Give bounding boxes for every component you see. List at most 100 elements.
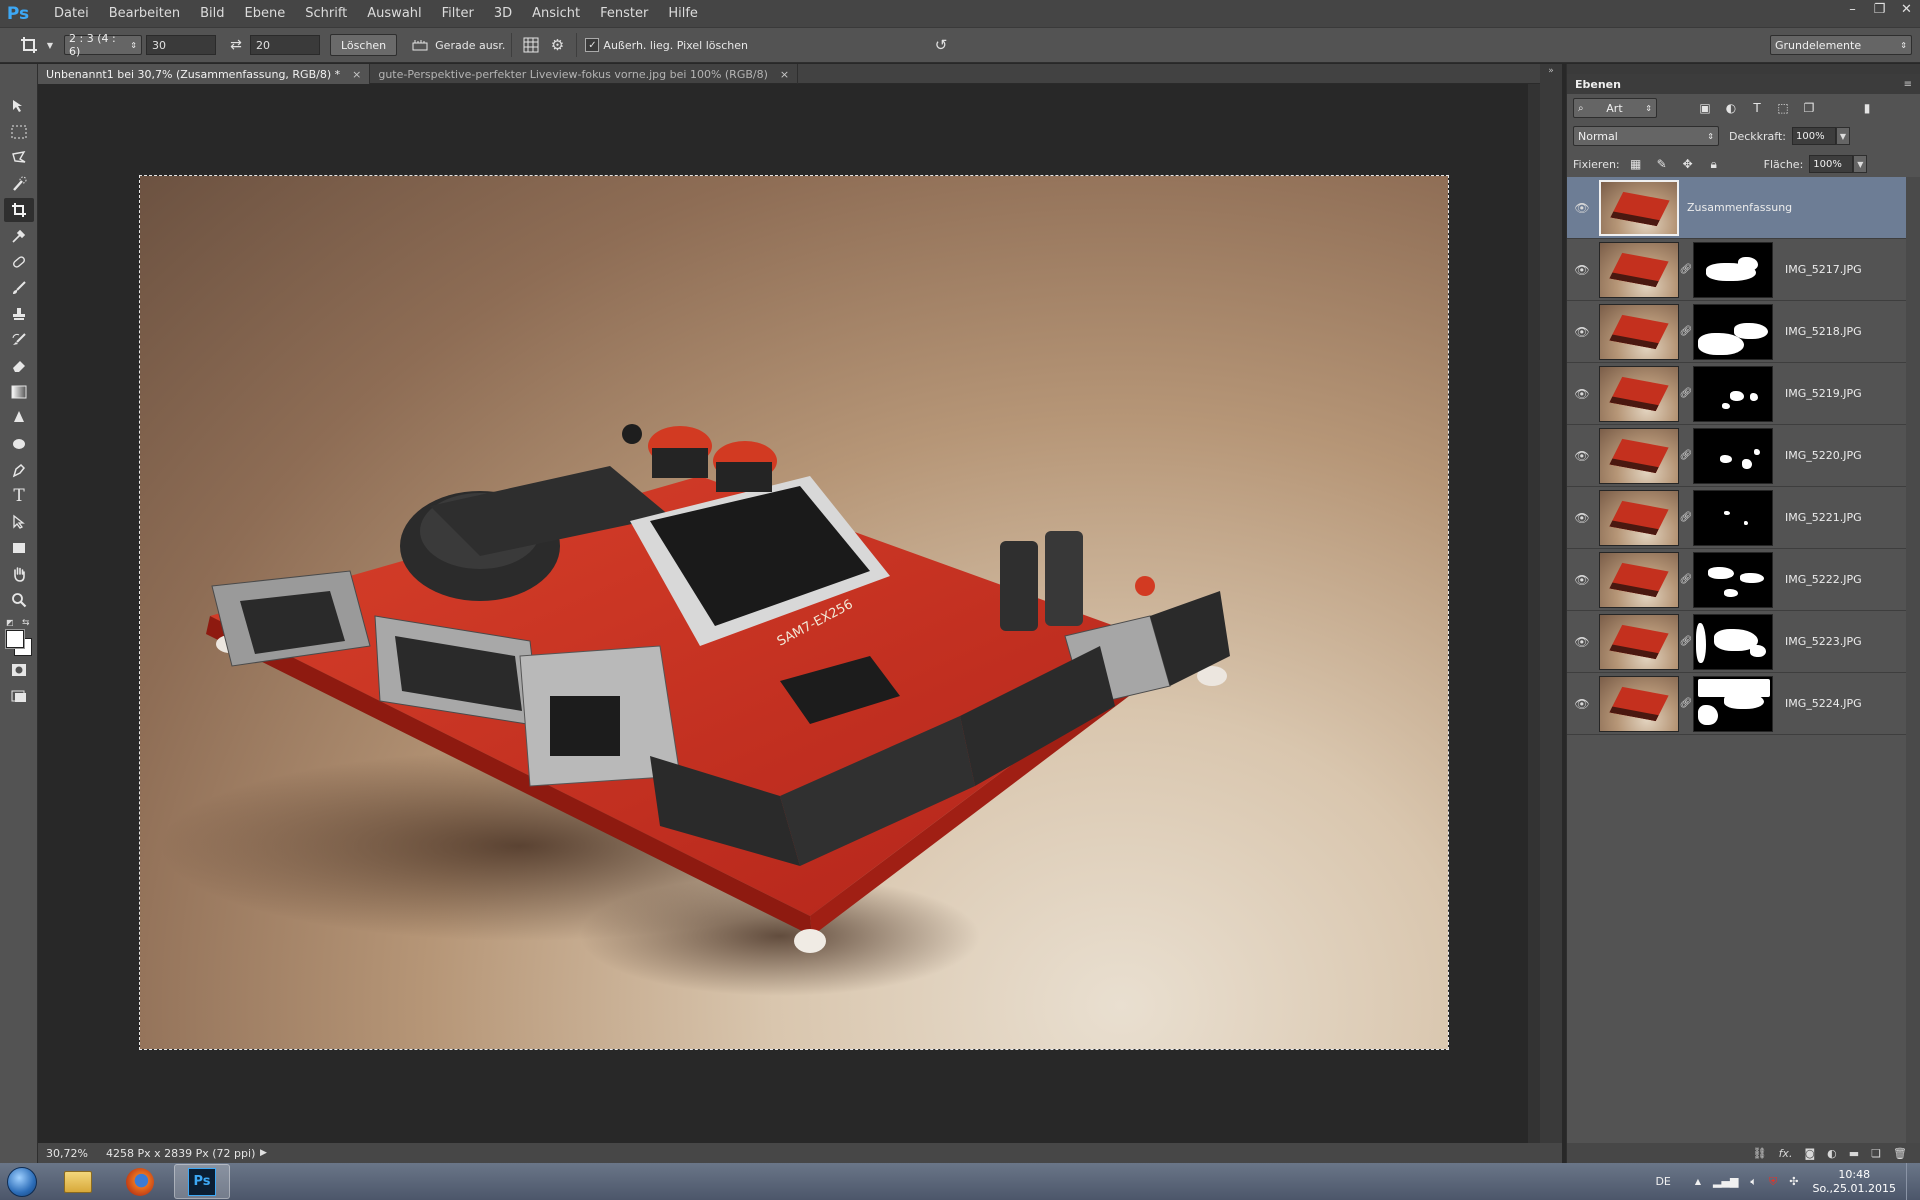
start-button[interactable]: [0, 1163, 44, 1200]
quick-selection-tool-icon[interactable]: [4, 172, 34, 196]
clone-stamp-tool-icon[interactable]: [4, 302, 34, 326]
layer-mask-thumbnail[interactable]: [1693, 489, 1773, 546]
layer-mask-thumbnail[interactable]: [1693, 303, 1773, 360]
rectangle-tool-icon[interactable]: [4, 536, 34, 560]
straighten-label[interactable]: Gerade ausr.: [435, 39, 505, 52]
mask-link-icon[interactable]: 🔗︎: [1679, 574, 1693, 585]
layer-img-5220[interactable]: 👁︎ 🔗︎ IMG_5220.JPG: [1567, 425, 1906, 487]
settings-gear-icon[interactable]: ⚙: [544, 36, 570, 54]
marquee-tool-icon[interactable]: [4, 120, 34, 144]
close-window-button[interactable]: ✕: [1893, 0, 1920, 18]
menu-ansicht[interactable]: Ansicht: [522, 0, 590, 28]
tab-unbenannt1[interactable]: Unbenannt1 bei 30,7% (Zusammenfassung, R…: [38, 64, 371, 84]
layer-style-fx-icon[interactable]: fx.: [1779, 1147, 1793, 1160]
filter-toggle-icon[interactable]: ▮: [1857, 99, 1877, 117]
volume-icon[interactable]: 🔈︎: [1750, 1175, 1757, 1189]
show-desktop-button[interactable]: [1906, 1163, 1920, 1200]
mask-link-icon[interactable]: 🔗︎: [1679, 636, 1693, 647]
menu-bild[interactable]: Bild: [190, 0, 234, 28]
clock[interactable]: 10:48 So.,25.01.2015: [1813, 1168, 1897, 1196]
layer-img-5217[interactable]: 👁︎ 🔗︎ IMG_5217.JPG: [1567, 239, 1906, 301]
document-canvas[interactable]: SAM7-EX256: [139, 175, 1449, 1050]
link-layers-icon[interactable]: ⛓︎: [1753, 1147, 1767, 1160]
brush-tool-icon[interactable]: [4, 276, 34, 300]
straighten-icon[interactable]: [405, 38, 435, 52]
swap-colors-icon[interactable]: ⇆: [22, 618, 30, 628]
blend-mode-select[interactable]: Normal ⇕: [1573, 126, 1719, 146]
layers-scrollbar[interactable]: [1906, 177, 1920, 1143]
menu-ebene[interactable]: Ebene: [235, 0, 296, 28]
network-signal-icon[interactable]: ▂▄▆: [1713, 1175, 1738, 1188]
aspect-ratio-select[interactable]: 2 : 3 (4 : 6) ⇕: [64, 32, 142, 58]
crop-tool-icon[interactable]: [4, 198, 34, 222]
filter-adjustment-icon[interactable]: ◐: [1721, 99, 1741, 117]
layer-mask-thumbnail[interactable]: [1693, 551, 1773, 608]
path-selection-tool-icon[interactable]: [4, 510, 34, 534]
lock-transparency-icon[interactable]: ▦: [1626, 155, 1646, 173]
add-mask-icon[interactable]: ◙: [1804, 1147, 1815, 1160]
dodge-tool-icon[interactable]: [4, 432, 34, 456]
visibility-eye-icon[interactable]: 👁︎: [1567, 511, 1597, 525]
crop-tool-preset-icon[interactable]: [14, 36, 44, 54]
close-tab-icon[interactable]: ×: [352, 68, 361, 81]
type-tool-icon[interactable]: T: [4, 484, 34, 508]
security-tray-icon[interactable]: ✣: [1789, 1175, 1798, 1188]
opacity-dropdown-icon[interactable]: ▼: [1836, 127, 1850, 145]
layer-img-5222[interactable]: 👁︎ 🔗︎ IMG_5222.JPG: [1567, 549, 1906, 611]
mask-link-icon[interactable]: 🔗︎: [1679, 698, 1693, 709]
mask-link-icon[interactable]: 🔗︎: [1679, 512, 1693, 523]
filter-type-icon[interactable]: T: [1747, 99, 1767, 117]
filter-shape-icon[interactable]: ⬚: [1773, 99, 1793, 117]
taskbar-explorer[interactable]: [50, 1164, 106, 1199]
mask-link-icon[interactable]: 🔗︎: [1679, 450, 1693, 461]
new-layer-icon[interactable]: ❏: [1871, 1147, 1881, 1160]
filter-kind-select[interactable]: ⌕ Art ⇕: [1573, 98, 1657, 118]
opacity-input[interactable]: 100%: [1792, 127, 1836, 145]
delete-layer-icon[interactable]: 🗑︎: [1893, 1147, 1907, 1160]
mask-link-icon[interactable]: 🔗︎: [1679, 264, 1693, 275]
taskbar-photoshop[interactable]: Ps: [174, 1164, 230, 1199]
blur-tool-icon[interactable]: [4, 406, 34, 430]
history-brush-tool-icon[interactable]: [4, 328, 34, 352]
visibility-eye-icon[interactable]: 👁︎: [1567, 573, 1597, 587]
swap-ratio-icon[interactable]: ⇄: [222, 37, 250, 53]
taskbar-firefox[interactable]: [112, 1164, 168, 1199]
panel-menu-icon[interactable]: ≡: [1904, 79, 1912, 90]
layer-mask-thumbnail[interactable]: [1693, 427, 1773, 484]
menu-datei[interactable]: Datei: [44, 0, 99, 28]
menu-auswahl[interactable]: Auswahl: [357, 0, 431, 28]
fill-dropdown-icon[interactable]: ▼: [1853, 155, 1868, 173]
canvas-vertical-scrollbar[interactable]: [1528, 84, 1540, 1143]
menu-bearbeiten[interactable]: Bearbeiten: [99, 0, 190, 28]
visibility-eye-icon[interactable]: 👁︎: [1567, 263, 1597, 277]
lock-all-icon[interactable]: 🔒︎: [1704, 155, 1724, 173]
show-hidden-icons-icon[interactable]: ▲: [1695, 1177, 1701, 1186]
visibility-eye-icon[interactable]: 👁︎: [1567, 697, 1597, 711]
layer-img-5223[interactable]: 👁︎ 🔗︎ IMG_5223.JPG: [1567, 611, 1906, 673]
layer-mask-thumbnail[interactable]: [1693, 675, 1773, 732]
lasso-tool-icon[interactable]: [4, 146, 34, 170]
overlay-grid-icon[interactable]: [518, 37, 544, 53]
screen-mode-icon[interactable]: [4, 684, 34, 708]
antivirus-shield-icon[interactable]: ⛨: [1769, 1175, 1777, 1189]
minimize-button[interactable]: –: [1839, 0, 1866, 18]
workspace-select[interactable]: Grundelemente ⇕: [1770, 35, 1912, 55]
canvas-area[interactable]: SAM7-EX256: [38, 84, 1562, 1143]
layer-img-5221[interactable]: 👁︎ 🔗︎ IMG_5221.JPG: [1567, 487, 1906, 549]
new-group-icon[interactable]: ▬: [1849, 1147, 1859, 1160]
visibility-eye-icon[interactable]: 👁︎: [1567, 387, 1597, 401]
close-tab-icon[interactable]: ×: [780, 68, 789, 81]
menu-3d[interactable]: 3D: [484, 0, 522, 28]
menu-schrift[interactable]: Schrift: [295, 0, 357, 28]
preset-dropdown-arrow-icon[interactable]: ▼: [44, 41, 56, 50]
visibility-eye-icon[interactable]: 👁︎: [1567, 325, 1597, 339]
healing-brush-tool-icon[interactable]: [4, 250, 34, 274]
mask-link-icon[interactable]: 🔗︎: [1679, 326, 1693, 337]
layer-zusammenfassung[interactable]: 👁︎ Zusammenfassung: [1567, 177, 1906, 239]
ratio-width-input[interactable]: 30: [146, 35, 216, 55]
mask-link-icon[interactable]: 🔗︎: [1679, 388, 1693, 399]
menu-fenster[interactable]: Fenster: [590, 0, 658, 28]
visibility-eye-icon[interactable]: 👁︎: [1567, 201, 1597, 215]
eyedropper-tool-icon[interactable]: [4, 224, 34, 248]
pen-tool-icon[interactable]: [4, 458, 34, 482]
